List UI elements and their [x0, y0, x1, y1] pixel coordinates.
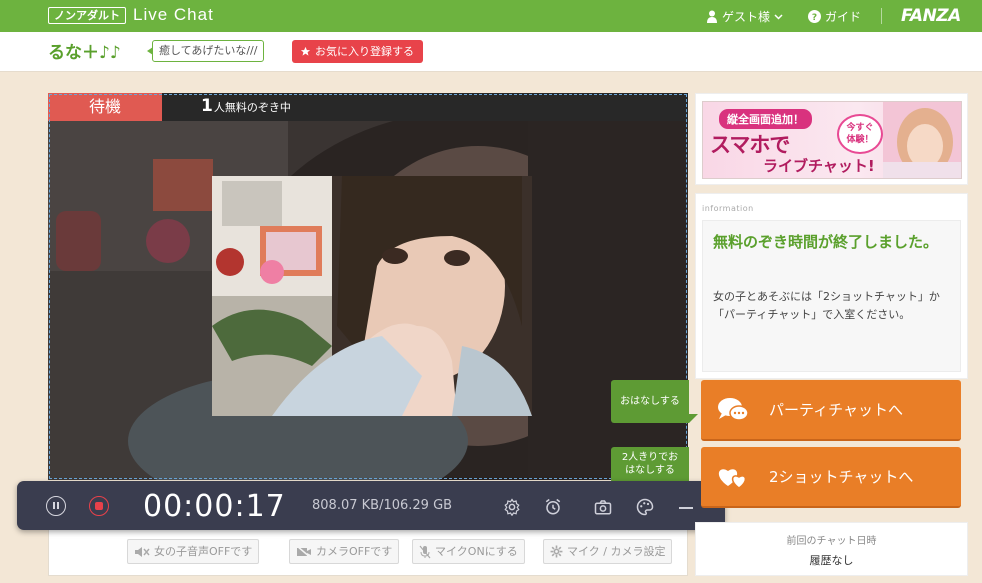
- party-chat-button[interactable]: パーティチャットへ: [701, 380, 961, 441]
- chevron-down-icon: [774, 13, 783, 20]
- stage-controls: 女の子音声OFFです カメラOFFです マイクONにする マイク / カメラ設定: [48, 530, 688, 576]
- mic-camera-settings-button[interactable]: マイク / カメラ設定: [543, 539, 673, 564]
- add-favorite-label: お気に入り登録する: [315, 45, 414, 58]
- screen-recorder-toolbar: 00:00:17 808.07 KB/106.29 GB: [17, 481, 725, 530]
- promo-banner-image: 縦全画面追加！ スマホで ライブチャット! 今すぐ 体験！: [702, 101, 962, 179]
- information-panel: information 無料のぞき時間が終了しました。 女の子とあそぶには「2シ…: [695, 193, 968, 379]
- mic-label: マイクONにする: [435, 545, 518, 558]
- chat-bubbles-icon: [718, 398, 749, 421]
- camera-label: カメラOFFです: [316, 545, 393, 558]
- girl-audio-button[interactable]: 女の子音声OFFです: [127, 539, 260, 564]
- two-shot-tab[interactable]: 2人きりでお はなしする: [611, 447, 689, 483]
- two-shot-tab-line2: はなしする: [625, 465, 675, 476]
- speaker-muted-icon: [135, 546, 150, 557]
- promo-bubble: 今すぐ体験！: [837, 114, 883, 154]
- information-label: information: [702, 204, 754, 213]
- settings-gear-icon[interactable]: [503, 498, 521, 516]
- talk-tab[interactable]: おはなしする: [611, 380, 698, 423]
- header-divider: [881, 8, 882, 24]
- video-stage[interactable]: 待機 1人無料のぞき中: [48, 93, 688, 480]
- two-shot-chat-button[interactable]: 2ショットチャットへ: [701, 447, 961, 508]
- fanza-logo[interactable]: FANZA: [901, 6, 961, 26]
- mic-button[interactable]: マイクONにする: [412, 539, 525, 564]
- guest-menu[interactable]: ゲスト様: [706, 8, 783, 25]
- palette-icon[interactable]: [636, 498, 654, 516]
- stop-record-button[interactable]: [89, 496, 109, 516]
- alarm-clock-icon[interactable]: [544, 498, 562, 516]
- app-title[interactable]: Live Chat: [133, 5, 214, 25]
- history-label: 前回のチャット日時: [786, 536, 877, 547]
- status-tab: 待機: [48, 93, 162, 121]
- camera-button[interactable]: カメラOFFです: [289, 539, 400, 564]
- guide-link[interactable]: ? ガイド: [808, 8, 861, 25]
- viewer-count-label: 人無料のぞき中: [213, 101, 291, 114]
- pause-button[interactable]: [46, 496, 66, 516]
- guide-label: ガイド: [825, 10, 862, 24]
- girl-audio-label: 女の子音声OFFです: [154, 545, 253, 558]
- information-title: 無料のぞき時間が終了しました。: [713, 233, 939, 251]
- chat-history: 前回のチャット日時 履歴なし: [695, 522, 968, 576]
- stage-status-bar: 待機 1人無料のぞき中: [48, 93, 688, 121]
- guest-label: ゲスト様: [722, 10, 771, 24]
- two-shot-tab-line1: 2人きりでお: [621, 452, 679, 463]
- screenshot-camera-icon[interactable]: [594, 498, 612, 516]
- history-value: 履歴なし: [809, 554, 854, 567]
- party-chat-label: パーティチャットへ: [769, 401, 903, 419]
- non-adult-badge: ノンアダルト: [48, 7, 126, 24]
- help-icon: ?: [808, 10, 821, 23]
- minimize-icon[interactable]: [679, 507, 693, 509]
- record-file-size: 808.07 KB/106.29 GB: [312, 498, 453, 513]
- star-icon: [300, 46, 311, 56]
- promo-bubble-line1: 今すぐ: [846, 123, 874, 133]
- promo-sub-text: ライブチャット!: [763, 157, 875, 175]
- viewer-count-number: 1: [201, 96, 213, 116]
- two-shot-chat-label: 2ショットチャットへ: [769, 468, 914, 486]
- hearts-icon: [718, 469, 747, 489]
- promo-banner[interactable]: 縦全画面追加！ スマホで ライブチャット! 今すぐ 体験！: [695, 93, 968, 185]
- viewer-count: 1人無料のぞき中: [201, 96, 291, 116]
- user-icon: [707, 10, 717, 23]
- svg-text:?: ?: [812, 13, 817, 23]
- add-favorite-button[interactable]: お気に入り登録する: [292, 40, 423, 63]
- record-timer: 00:00:17: [143, 489, 286, 524]
- promo-bubble-line2: 体験！: [846, 135, 874, 145]
- information-box: 無料のぞき時間が終了しました。 女の子とあそぶには「2ショットチャット」か「パー…: [702, 220, 961, 372]
- performer-name: るな＋♪♪: [48, 43, 121, 63]
- video-thumbnail: [212, 176, 532, 416]
- camera-off-icon: [296, 545, 312, 558]
- top-bar: ノンアダルト Live Chat ゲスト様 ? ガイド FANZA: [0, 0, 982, 32]
- promo-headline: 縦全画面追加！: [719, 109, 812, 129]
- performer-bar: るな＋♪♪ 癒してあげたいな/// お気に入り登録する: [0, 32, 982, 72]
- promo-model-image: [883, 102, 961, 178]
- information-body: 女の子とあそぶには「2ショットチャット」か「パーティチャット」で入室ください。: [713, 290, 940, 321]
- gear-icon: [550, 545, 563, 558]
- performer-tagline: 癒してあげたいな///: [146, 40, 265, 62]
- mic-off-icon: [419, 545, 431, 558]
- mic-camera-settings-label: マイク / カメラ設定: [567, 545, 666, 558]
